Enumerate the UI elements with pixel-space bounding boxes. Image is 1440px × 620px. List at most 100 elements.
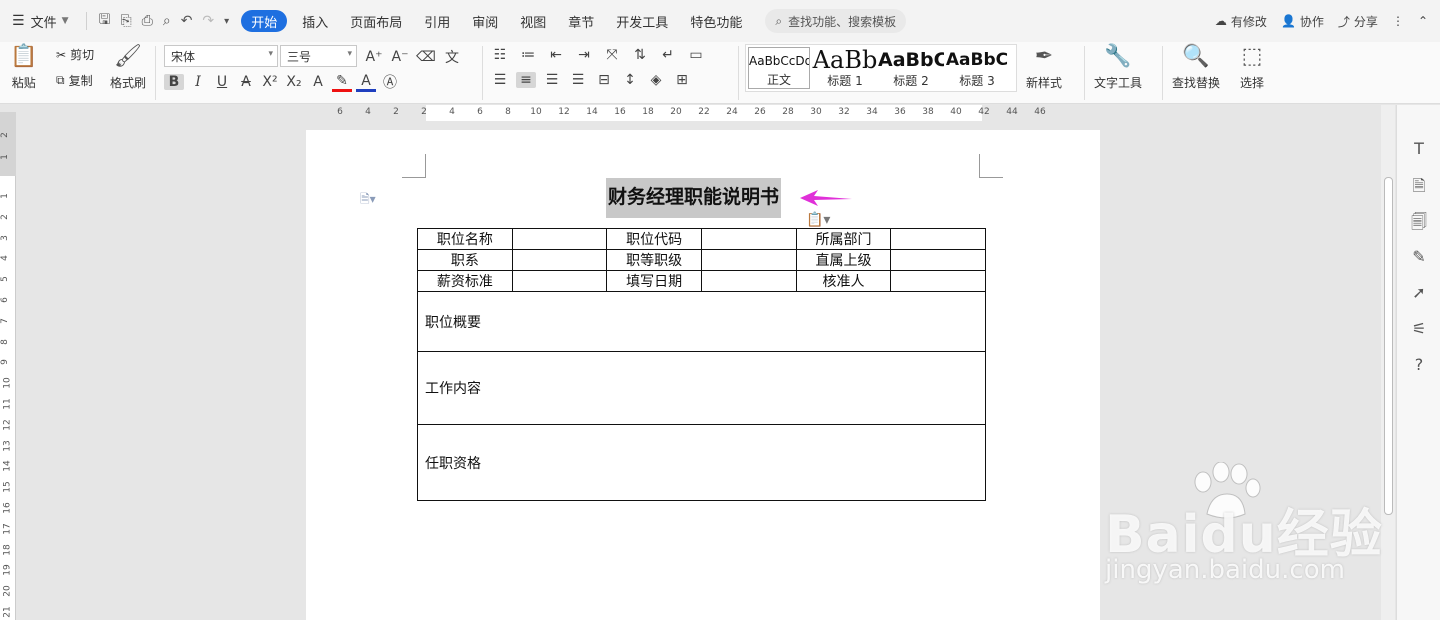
select-button[interactable]: ⬚ 选择 — [1240, 44, 1264, 91]
table-cell[interactable] — [511, 270, 608, 292]
table-cell[interactable]: 所属部门 — [795, 228, 892, 250]
section-job-summary[interactable]: 职位概要 — [417, 291, 986, 352]
italic-icon[interactable]: I — [188, 74, 208, 90]
table-cell[interactable] — [511, 228, 608, 250]
output-icon[interactable]: ⎘ — [120, 13, 131, 29]
collab-button[interactable]: 👤 协作 — [1281, 13, 1324, 30]
cut-button[interactable]: ✂ 剪切 — [56, 46, 94, 63]
collapse-ribbon-icon[interactable]: ⌃ — [1418, 14, 1428, 28]
save-icon[interactable]: 🖫 — [99, 9, 111, 33]
find-replace-button[interactable]: 🔍 查找替换 — [1172, 44, 1220, 91]
shading-icon[interactable]: ◈ — [646, 72, 666, 88]
borders-icon[interactable]: ⊞ — [672, 72, 692, 88]
text-effect-icon[interactable]: A — [308, 74, 328, 90]
line-spacing-icon[interactable]: ↕ — [620, 72, 640, 88]
chinese-layout-icon[interactable]: ⤧ — [602, 47, 622, 63]
justify-icon[interactable]: ☰ — [568, 72, 588, 88]
highlight-icon[interactable]: ✎ — [332, 73, 352, 92]
modified-button[interactable]: ☁ 有修改 — [1215, 13, 1267, 30]
align-center-icon[interactable]: ≡ — [516, 72, 536, 88]
distributed-icon[interactable]: ⊟ — [594, 72, 614, 88]
copy-button[interactable]: ⧉ 复制 — [56, 72, 93, 89]
style-heading-1[interactable]: AaBb 标题 1 — [812, 45, 878, 91]
tab-section[interactable]: 章节 — [557, 10, 605, 32]
table-cell[interactable]: 直属上级 — [795, 249, 892, 271]
decrease-indent-icon[interactable]: ⇤ — [546, 47, 566, 63]
underline-icon[interactable]: U — [212, 74, 232, 90]
paragraph-menu-icon[interactable]: 🗎▾ — [360, 190, 376, 211]
superscript-icon[interactable]: X² — [260, 74, 280, 90]
tab-references[interactable]: 引用 — [413, 10, 461, 32]
table-cell[interactable] — [701, 228, 797, 250]
paste-options-icon[interactable]: 📋▾ — [806, 212, 830, 228]
share-button[interactable]: ⤴ 分享 — [1338, 13, 1378, 30]
subscript-icon[interactable]: X₂ — [284, 74, 304, 90]
table-cell[interactable]: 职位代码 — [606, 228, 702, 250]
bullet-list-icon[interactable]: ☷ — [490, 47, 510, 63]
new-style-button[interactable]: ✒ 新样式 — [1026, 44, 1062, 91]
settings-sliders-icon[interactable]: ⚟ — [1409, 319, 1429, 339]
redo-icon[interactable]: ↷ — [202, 13, 214, 29]
shrink-font-icon[interactable]: A⁻ — [390, 49, 410, 65]
tab-view[interactable]: 视图 — [509, 10, 557, 32]
table-cell[interactable] — [511, 249, 608, 271]
phonetic-icon[interactable]: 文 — [442, 47, 462, 67]
table-cell[interactable]: 职系 — [417, 249, 513, 271]
table-cell[interactable] — [890, 270, 986, 292]
print-preview-icon[interactable]: ⌕ — [163, 13, 171, 29]
tab-insert[interactable]: 插入 — [291, 10, 339, 32]
style-heading-3[interactable]: AaBbC 标题 3 — [944, 45, 1010, 91]
paste-button[interactable]: 📋 粘贴 — [10, 44, 37, 91]
search-box[interactable]: ⌕ 查找功能、搜索模板 — [765, 9, 907, 33]
horizontal-ruler[interactable]: 6 4 2 2 4 6 8 10 12 14 16 18 20 22 24 26 28 30 32 34 36 38 40 4… — [306, 105, 1100, 121]
increase-indent-icon[interactable]: ⇥ — [574, 47, 594, 63]
undo-icon[interactable]: ↶ — [181, 13, 193, 29]
numbered-list-icon[interactable]: ≔ — [518, 47, 538, 63]
tab-home[interactable]: 开始 — [241, 10, 288, 32]
vertical-ruler[interactable]: 2 1 1 2 3 4 5 6 7 8 9 10 11 12 13 14 15 16 17 18 19 20 21 — [0, 112, 16, 620]
sort-icon[interactable]: ⇅ — [630, 47, 650, 63]
table-cell[interactable]: 核准人 — [795, 270, 892, 292]
strikethrough-icon[interactable]: A — [236, 74, 256, 90]
table-cell[interactable] — [701, 270, 797, 292]
section-qualifications[interactable]: 任职资格 — [417, 424, 986, 501]
table-cell[interactable] — [890, 228, 986, 250]
table-cell[interactable]: 职等职级 — [606, 249, 702, 271]
table-cell[interactable] — [890, 249, 986, 271]
tab-review[interactable]: 审阅 — [461, 10, 509, 32]
document-title[interactable]: 财务经理职能说明书 — [606, 178, 782, 218]
format-painter-button[interactable]: 🖌 格式刷 — [110, 44, 146, 91]
scrollbar-thumb[interactable] — [1384, 177, 1393, 515]
tab-developer[interactable]: 开发工具 — [605, 10, 679, 32]
style-normal[interactable]: AaBbCcDd 正文 — [748, 47, 810, 89]
customize-icon[interactable]: ▾ — [224, 16, 229, 27]
table-cell[interactable]: 填写日期 — [606, 270, 702, 292]
table-cell[interactable]: 职位名称 — [417, 228, 513, 250]
align-right-icon[interactable]: ☰ — [542, 72, 562, 88]
file-menu[interactable]: ☰ 文件 ▼ — [10, 10, 80, 32]
font-color-icon[interactable]: A — [356, 73, 376, 92]
table-cell[interactable] — [701, 249, 797, 271]
vertical-scrollbar[interactable] — [1381, 105, 1395, 620]
help-icon[interactable]: ? — [1409, 355, 1429, 375]
bold-icon[interactable]: B — [164, 74, 184, 90]
font-size-select[interactable]: 三号 — [280, 45, 357, 67]
more-icon[interactable]: ⋮ — [1392, 14, 1404, 28]
print-icon[interactable]: ⎙ — [142, 13, 153, 29]
align-left-icon[interactable]: ☰ — [490, 72, 510, 88]
table-cell[interactable]: 薪资标准 — [417, 270, 513, 292]
tab-page-layout[interactable]: 页面布局 — [339, 10, 413, 32]
clear-format-icon[interactable]: ⌫ — [416, 49, 436, 65]
text-tools-button[interactable]: 🔧 文字工具 — [1094, 44, 1142, 91]
font-name-select[interactable]: 宋体 — [164, 45, 278, 67]
style-heading-2[interactable]: AaBbC 标题 2 — [878, 45, 944, 91]
grow-font-icon[interactable]: A⁺ — [364, 49, 384, 65]
pointer-icon[interactable]: ➚ — [1409, 283, 1429, 303]
text-style-icon[interactable]: T — [1409, 139, 1429, 159]
show-marks-icon[interactable]: ↵ — [658, 47, 678, 63]
doc-property-icon[interactable]: 🗎 — [1409, 175, 1429, 195]
ruler-icon[interactable]: ▭ — [686, 47, 706, 63]
tab-special[interactable]: 特色功能 — [679, 10, 753, 32]
char-border-icon[interactable]: Ⓐ — [380, 72, 400, 92]
document-page[interactable]: 🗎▾ 财务经理职能说明书 📋▾ 职位名称 职位代码 所属部门 职系 职等职级 直… — [306, 130, 1100, 620]
